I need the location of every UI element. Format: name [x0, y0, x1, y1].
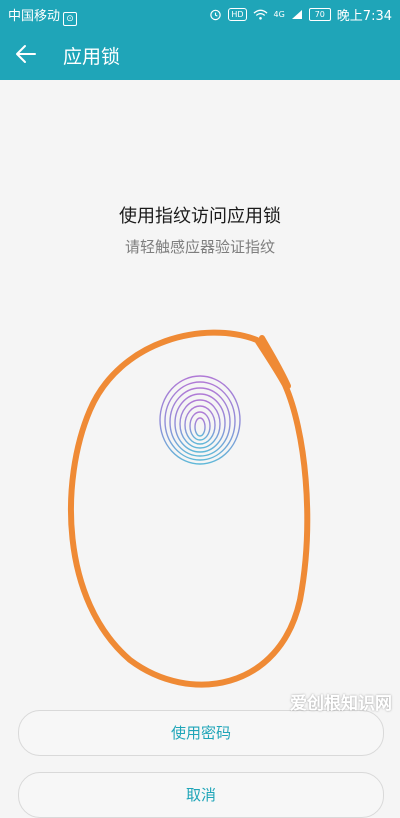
carrier-text: 中国移动 — [8, 9, 61, 24]
carrier-label: 中国移动 ⊙ — [8, 5, 78, 26]
signal-icon — [291, 10, 302, 19]
page-title: 应用锁 — [63, 46, 121, 68]
back-button[interactable] — [10, 38, 42, 70]
network-type: 4G — [273, 10, 285, 19]
use-password-button[interactable]: 使用密码 — [18, 710, 384, 756]
prompt-subtitle: 请轻触感应器验证指纹 — [124, 238, 275, 256]
battery-icon: 70 — [308, 8, 331, 21]
clock: 晚上7:34 — [336, 9, 392, 24]
alarm-icon — [210, 9, 222, 21]
status-icons: HD 4G 70 晚上7:34 — [209, 5, 392, 24]
hd-badge: HD — [228, 8, 247, 21]
arrow-left-icon — [16, 45, 36, 63]
wifi-icon — [253, 9, 267, 20]
main-content: 使用指纹访问应用锁 请轻触感应器验证指纹 使用密码 取消 — [0, 80, 400, 818]
app-bar: 应用锁 — [0, 28, 400, 80]
watermark: 爱创根知识网 — [290, 694, 392, 714]
prompt-title: 使用指纹访问应用锁 — [119, 206, 281, 227]
status-bar: 中国移动 ⊙ HD 4G 70 晚上7:34 — [0, 0, 400, 28]
cancel-button[interactable]: 取消 — [18, 772, 384, 818]
notification-icon: ⊙ — [63, 12, 78, 26]
fingerprint-icon — [159, 375, 241, 465]
